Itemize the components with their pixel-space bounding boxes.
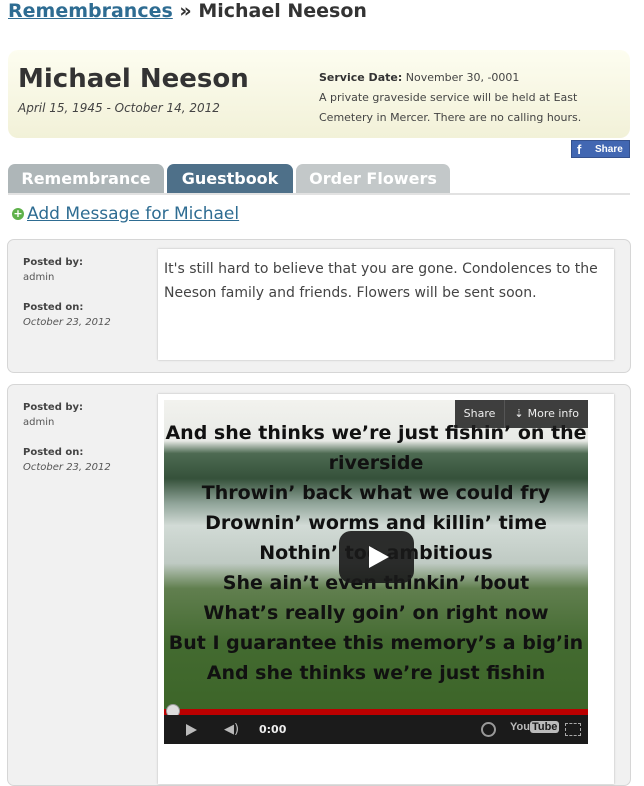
entry-content: It's still hard to believe that you are … bbox=[158, 249, 614, 360]
share-label: Share bbox=[595, 144, 623, 155]
watch-later-icon[interactable] bbox=[481, 722, 496, 737]
lyric-line: But I guarantee this memory’s a big’in bbox=[168, 632, 584, 654]
breadcrumb-separator: » bbox=[179, 0, 192, 22]
posted-on-label: Posted on: bbox=[23, 302, 84, 313]
fullscreen-icon[interactable] bbox=[565, 723, 581, 736]
service-date: November 30, -0001 bbox=[405, 71, 520, 84]
guestbook-entry: Posted by: admin Posted on: October 23, … bbox=[7, 239, 631, 373]
youtube-logo[interactable]: You Tube bbox=[510, 721, 560, 733]
play-icon[interactable] bbox=[186, 724, 197, 736]
facebook-share-button[interactable]: f Share bbox=[571, 140, 630, 158]
posted-on: October 23, 2012 bbox=[23, 317, 111, 328]
lyric-line: What’s really goin’ on right now bbox=[203, 602, 549, 624]
lyric-line: Throwin’ back what we could fry bbox=[201, 482, 551, 504]
posted-by-label: Posted by: bbox=[23, 257, 84, 268]
entry-content: And she thinks we’re just fishin’ on the… bbox=[158, 394, 614, 784]
add-message-link[interactable]: + Add Message for Michael bbox=[12, 204, 239, 224]
tab-divider bbox=[8, 193, 630, 195]
service-info: Service Date: November 30, -0001 A priva… bbox=[319, 68, 604, 128]
guestbook-entry: Posted by: admin Posted on: October 23, … bbox=[7, 384, 631, 786]
video-controls: ◀) 0:00 You Tube bbox=[164, 715, 588, 744]
breadcrumb-link-remembrances[interactable]: Remembrances bbox=[8, 0, 173, 22]
video-player[interactable]: And she thinks we’re just fishin’ on the… bbox=[164, 400, 588, 744]
service-note: A private graveside service will be held… bbox=[319, 91, 582, 124]
entry-message: It's still hard to believe that you are … bbox=[164, 261, 598, 301]
obituary-header: Michael Neeson April 15, 1945 - October … bbox=[8, 50, 630, 138]
entry-meta: Posted by: admin Posted on: October 23, … bbox=[23, 257, 143, 347]
life-dates: April 15, 1945 - October 14, 2012 bbox=[18, 101, 220, 115]
posted-by: admin bbox=[23, 417, 55, 428]
posted-by: admin bbox=[23, 272, 55, 283]
volume-icon[interactable]: ◀) bbox=[224, 722, 239, 737]
facebook-icon: f bbox=[577, 142, 582, 157]
breadcrumb: Remembrances » Michael Neeson bbox=[8, 0, 367, 22]
chevron-down-icon: ⇣ bbox=[514, 407, 524, 420]
breadcrumb-current: Michael Neeson bbox=[198, 0, 367, 22]
entry-meta: Posted by: admin Posted on: October 23, … bbox=[23, 402, 143, 492]
video-share-button[interactable]: Share bbox=[455, 400, 505, 428]
more-info-label: More info bbox=[527, 407, 579, 420]
video-top-bar: Share ⇣ More info bbox=[454, 400, 588, 428]
tab-remembrance[interactable]: Remembrance bbox=[8, 164, 164, 193]
page-title: Michael Neeson bbox=[18, 64, 249, 94]
service-date-label: Service Date: bbox=[319, 71, 403, 84]
video-more-info-button[interactable]: ⇣ More info bbox=[505, 400, 588, 428]
tab-guestbook[interactable]: Guestbook bbox=[167, 164, 293, 193]
posted-on-label: Posted on: bbox=[23, 447, 84, 458]
play-button[interactable] bbox=[339, 531, 414, 583]
video-time: 0:00 bbox=[259, 723, 287, 736]
posted-on: October 23, 2012 bbox=[23, 462, 111, 473]
lyric-line: And she thinks we’re just fishin bbox=[206, 662, 546, 684]
add-message-label: Add Message for Michael bbox=[27, 204, 240, 224]
lyric-line: riverside bbox=[328, 452, 424, 474]
tab-order-flowers[interactable]: Order Flowers bbox=[296, 164, 450, 193]
plus-circle-icon: + bbox=[12, 207, 24, 220]
posted-by-label: Posted by: bbox=[23, 402, 84, 413]
